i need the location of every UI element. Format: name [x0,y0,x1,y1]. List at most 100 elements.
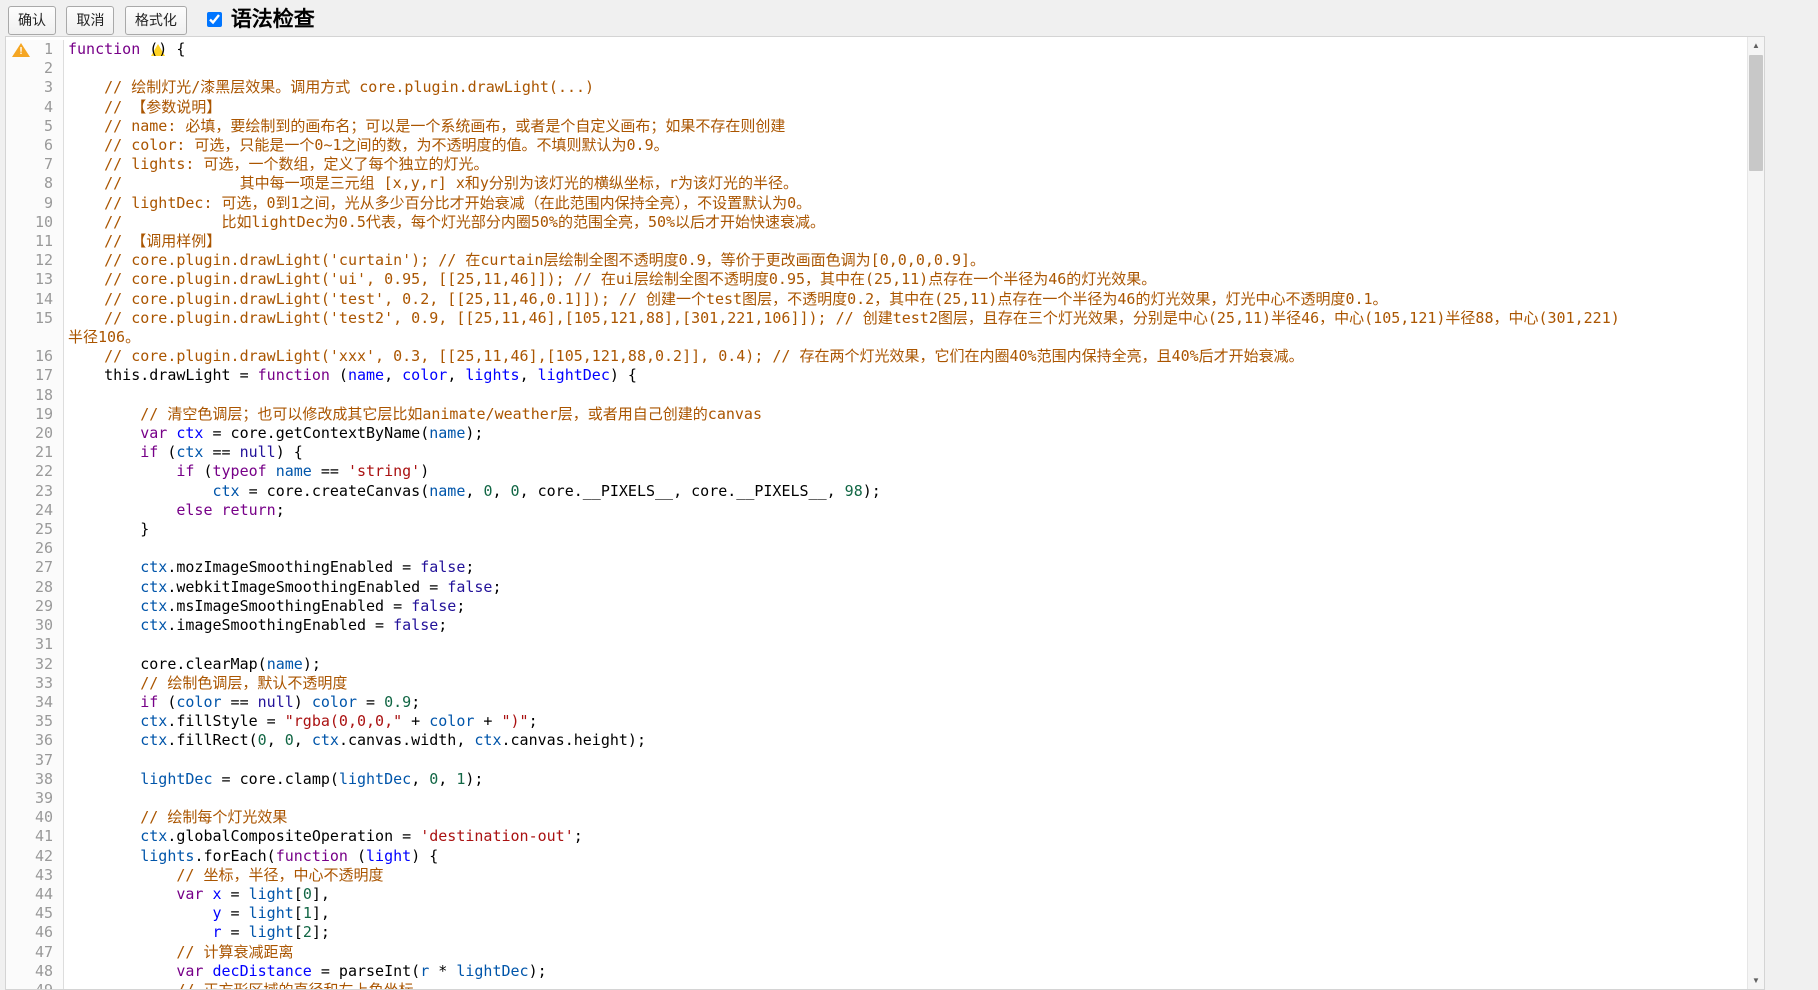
line-number: 45 [6,904,64,923]
code-line[interactable]: 9 // lightDec: 可选，0到1之间，光从多少百分比才开始衰减（在此范… [6,194,1747,213]
code-line[interactable]: 49 // 正方形区域的直径和左上角坐标 [6,981,1747,990]
code-line[interactable]: 5 // name: 必填，要绘制到的画布名；可以是一个系统画布，或者是个自定义… [6,117,1747,136]
code-line[interactable]: 28 ctx.webkitImageSmoothingEnabled = fal… [6,578,1747,597]
code-text: lightDec = core.clamp(lightDec, 0, 1); [64,770,1747,789]
vertical-scrollbar[interactable]: ▲ ▼ [1747,37,1764,989]
code-text: y = light[1], [64,904,1747,923]
code-line[interactable]: 11 // 【调用样例】 [6,232,1747,251]
code-line[interactable]: 44 var x = light[0], [6,885,1747,904]
code-editor[interactable]: 1!function () {23 // 绘制灯光/漆黑层效果。调用方式 cor… [5,36,1765,990]
code-text: ctx.fillRect(0, 0, ctx.canvas.width, ctx… [64,731,1747,750]
line-number: 20 [6,424,64,443]
code-text [64,751,1747,770]
code-line[interactable]: 18 [6,386,1747,405]
code-line[interactable]: 14 // core.plugin.drawLight('test', 0.2,… [6,290,1747,309]
code-lines-area[interactable]: 1!function () {23 // 绘制灯光/漆黑层效果。调用方式 cor… [6,40,1747,989]
code-line[interactable]: 31 [6,635,1747,654]
line-number: 39 [6,789,64,808]
code-text: 半径106。 [64,328,1747,347]
code-line[interactable]: 29 ctx.msImageSmoothingEnabled = false; [6,597,1747,616]
code-line[interactable]: 2 [6,59,1747,78]
code-line[interactable]: 42 lights.forEach(function (light) { [6,847,1747,866]
code-line[interactable]: 33 // 绘制色调层，默认不透明度 [6,674,1747,693]
code-text [64,539,1747,558]
code-text: ctx.fillStyle = "rgba(0,0,0," + color + … [64,712,1747,731]
code-text: // core.plugin.drawLight('xxx', 0.3, [[2… [64,347,1747,366]
code-text: // 【参数说明】 [64,98,1747,117]
code-line[interactable]: 1!function () { [6,40,1747,59]
code-line[interactable]: 27 ctx.mozImageSmoothingEnabled = false; [6,558,1747,577]
line-number: 33 [6,674,64,693]
code-line[interactable]: 48 var decDistance = parseInt(r * lightD… [6,962,1747,981]
code-line[interactable]: 37 [6,751,1747,770]
code-text: // 绘制每个灯光效果 [64,808,1747,827]
code-line[interactable]: 8 // 其中每一项是三元组 [x,y,r] x和y分别为该灯光的横纵坐标，r为… [6,174,1747,193]
code-line[interactable]: 13 // core.plugin.drawLight('ui', 0.95, … [6,270,1747,289]
line-number: 2 [6,59,64,78]
code-text: // 其中每一项是三元组 [x,y,r] x和y分别为该灯光的横纵坐标，r为该灯… [64,174,1747,193]
line-number: 42 [6,847,64,866]
code-line[interactable]: 10 // 比如lightDec为0.5代表，每个灯光部分内圈50%的范围全亮，… [6,213,1747,232]
code-text: // 绘制灯光/漆黑层效果。调用方式 core.plugin.drawLight… [64,78,1747,97]
line-number: 35 [6,712,64,731]
code-line[interactable]: 22 if (typeof name == 'string') [6,462,1747,481]
code-text: var ctx = core.getContextByName(name); [64,424,1747,443]
code-line[interactable]: 24 else return; [6,501,1747,520]
code-text [64,386,1747,405]
line-number: 49 [6,981,64,990]
code-line[interactable]: 35 ctx.fillStyle = "rgba(0,0,0," + color… [6,712,1747,731]
code-line[interactable]: 23 ctx = core.createCanvas(name, 0, 0, c… [6,482,1747,501]
code-line[interactable]: 15 // core.plugin.drawLight('test2', 0.9… [6,309,1747,328]
confirm-button[interactable]: 确认 [8,6,56,35]
lint-toggle: 语法检查 [207,3,314,33]
code-line[interactable]: 17 this.drawLight = function (name, colo… [6,366,1747,385]
code-line[interactable]: 41 ctx.globalCompositeOperation = 'desti… [6,827,1747,846]
code-text: // name: 必填，要绘制到的画布名；可以是一个系统画布，或者是个自定义画布… [64,117,1747,136]
code-line[interactable]: 45 y = light[1], [6,904,1747,923]
code-line[interactable]: 25 } [6,520,1747,539]
code-line[interactable]: 30 ctx.imageSmoothingEnabled = false; [6,616,1747,635]
cancel-button[interactable]: 取消 [66,6,114,35]
code-line[interactable]: 38 lightDec = core.clamp(lightDec, 0, 1)… [6,770,1747,789]
code-line[interactable]: 39 [6,789,1747,808]
code-text: ctx.msImageSmoothingEnabled = false; [64,597,1747,616]
scrollbar-up-arrow-icon[interactable]: ▲ [1748,37,1764,54]
line-number: 4 [6,98,64,117]
code-text [64,635,1747,654]
line-number: 8 [6,174,64,193]
code-line[interactable]: 19 // 清空色调层；也可以修改成其它层比如animate/weather层，… [6,405,1747,424]
code-text [64,59,1747,78]
code-text: // core.plugin.drawLight('ui', 0.95, [[2… [64,270,1747,289]
code-text: // 【调用样例】 [64,232,1747,251]
code-text: // core.plugin.drawLight('test2', 0.9, [… [64,309,1747,328]
code-line[interactable]: 4 // 【参数说明】 [6,98,1747,117]
code-line[interactable]: 16 // core.plugin.drawLight('xxx', 0.3, … [6,347,1747,366]
line-number: 36 [6,731,64,750]
code-line[interactable]: 21 if (ctx == null) { [6,443,1747,462]
code-line[interactable]: 26 [6,539,1747,558]
scrollbar-down-arrow-icon[interactable]: ▼ [1748,972,1764,989]
line-number: 24 [6,501,64,520]
code-line[interactable]: 20 var ctx = core.getContextByName(name)… [6,424,1747,443]
code-line[interactable]: 40 // 绘制每个灯光效果 [6,808,1747,827]
code-line[interactable]: 7 // lights: 可选，一个数组，定义了每个独立的灯光。 [6,155,1747,174]
code-line[interactable]: 46 r = light[2]; [6,923,1747,942]
lint-checkbox[interactable] [207,12,222,27]
line-number: 11 [6,232,64,251]
code-text: // 正方形区域的直径和左上角坐标 [64,981,1747,990]
code-line[interactable]: 47 // 计算衰减距离 [6,943,1747,962]
code-line[interactable]: 6 // color: 可选，只能是一个0~1之间的数，为不透明度的值。不填则默… [6,136,1747,155]
line-number: 13 [6,270,64,289]
line-number: 22 [6,462,64,481]
code-line[interactable]: 43 // 坐标，半径，中心不透明度 [6,866,1747,885]
code-line[interactable]: 12 // core.plugin.drawLight('curtain'); … [6,251,1747,270]
code-text: // core.plugin.drawLight('test', 0.2, [[… [64,290,1747,309]
code-text: if (ctx == null) { [64,443,1747,462]
scrollbar-thumb[interactable] [1749,55,1763,171]
code-line[interactable]: 3 // 绘制灯光/漆黑层效果。调用方式 core.plugin.drawLig… [6,78,1747,97]
code-line[interactable]: 32 core.clearMap(name); [6,655,1747,674]
code-line-wrap[interactable]: 半径106。 [6,328,1747,347]
code-line[interactable]: 34 if (color == null) color = 0.9; [6,693,1747,712]
code-line[interactable]: 36 ctx.fillRect(0, 0, ctx.canvas.width, … [6,731,1747,750]
format-button[interactable]: 格式化 [125,6,187,35]
